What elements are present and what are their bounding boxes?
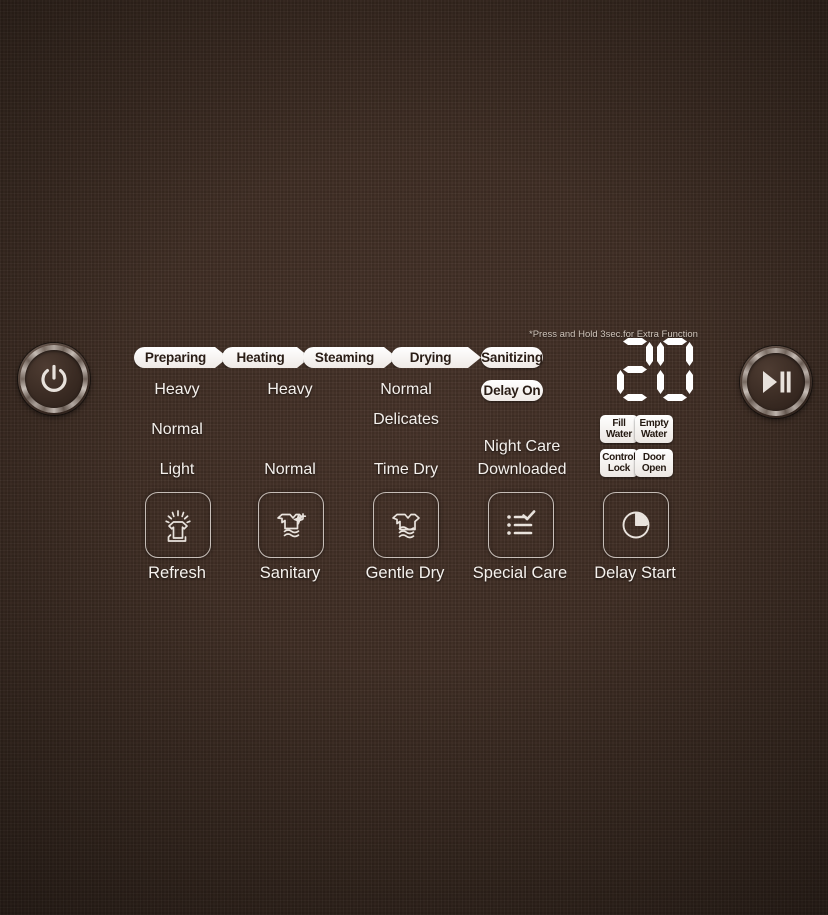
chip-line1: Empty <box>639 417 669 429</box>
function-button-refresh[interactable]: Refresh <box>145 492 211 582</box>
status-empty-water[interactable]: Empty Water <box>635 415 673 443</box>
sanitary-button-frame[interactable] <box>258 492 324 558</box>
option-normal-1[interactable]: Normal <box>136 421 218 439</box>
status-fill-water[interactable]: Fill Water <box>600 415 638 443</box>
checklist-icon <box>507 510 536 535</box>
delay-start-button-frame[interactable] <box>603 492 669 558</box>
pill-preparing[interactable]: Preparing <box>134 347 228 368</box>
chip-line2: Water <box>606 429 632 440</box>
shirt-plus-wave-icon <box>277 513 307 538</box>
refresh-button-frame[interactable] <box>145 492 211 558</box>
function-button-gentle-dry[interactable]: Gentle Dry <box>366 492 444 582</box>
clock-icon <box>622 511 650 539</box>
function-label-delay-start: Delay Start <box>594 564 676 582</box>
pill-sanitizing[interactable]: Sanitizing <box>481 347 543 368</box>
time-display <box>617 338 693 402</box>
special-care-button-frame[interactable] <box>488 492 554 558</box>
play-pause-icon <box>763 371 791 393</box>
chip-line2: Open <box>641 463 667 474</box>
option-delicates[interactable]: Delicates <box>365 411 447 429</box>
pill-delay-on[interactable]: Delay On <box>481 380 543 401</box>
shirt-wave-icon <box>392 513 420 539</box>
shirt-sparkle-icon <box>165 510 191 542</box>
control-panel: *Press and Hold 3sec.for Extra Function … <box>0 0 828 915</box>
option-normal-3[interactable]: Normal <box>365 381 447 399</box>
panel-vignette <box>0 0 828 915</box>
function-label-special-care: Special Care <box>472 564 568 582</box>
chip-line2: Lock <box>607 463 631 474</box>
function-label-sanitary: Sanitary <box>259 564 321 582</box>
chip-line1: Fill <box>612 417 626 429</box>
function-label-refresh: Refresh <box>148 564 206 582</box>
pill-steaming[interactable]: Steaming <box>303 347 397 368</box>
status-door-open[interactable]: Door Open <box>635 449 673 477</box>
power-icon <box>41 364 67 392</box>
pill-heating[interactable]: Heating <box>222 347 310 368</box>
start-pause-button[interactable] <box>740 346 812 418</box>
function-button-sanitary[interactable]: Sanitary <box>258 492 324 582</box>
option-night-care[interactable]: Night Care <box>467 438 577 456</box>
option-heavy-1[interactable]: Heavy <box>136 381 218 399</box>
option-light[interactable]: Light <box>136 461 218 479</box>
function-label-gentle-dry: Gentle Dry <box>365 564 445 582</box>
pill-drying[interactable]: Drying <box>391 347 481 368</box>
status-control-lock[interactable]: Control Lock <box>600 449 638 477</box>
gentle-dry-button-frame[interactable] <box>373 492 439 558</box>
chip-line1: Control <box>602 451 636 463</box>
function-button-special-care[interactable]: Special Care <box>473 492 567 582</box>
display-digit-ones <box>657 338 693 402</box>
option-downloaded[interactable]: Downloaded <box>467 461 577 479</box>
function-button-delay-start[interactable]: Delay Start <box>594 492 676 582</box>
chip-line2: Water <box>641 429 667 440</box>
power-button[interactable] <box>18 343 90 415</box>
display-digit-tens <box>617 338 653 402</box>
option-normal-2[interactable]: Normal <box>249 461 331 479</box>
option-heavy-2[interactable]: Heavy <box>249 381 331 399</box>
option-time-dry[interactable]: Time Dry <box>365 461 447 479</box>
chip-line1: Door <box>642 451 666 463</box>
